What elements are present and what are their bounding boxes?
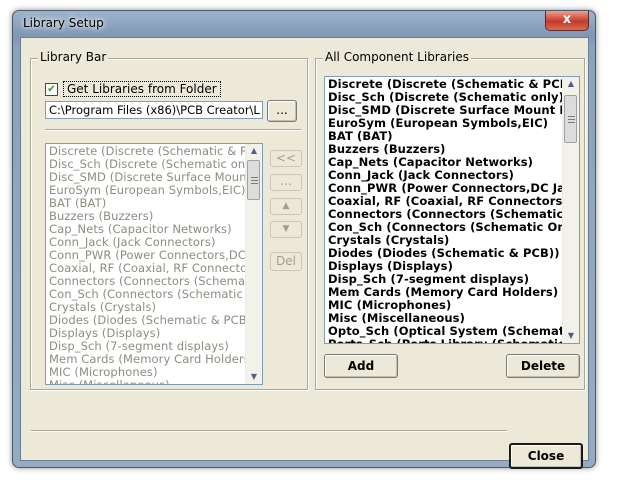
scroll-down-icon[interactable]: ▼ — [563, 329, 579, 343]
library-bar-title: Library Bar — [38, 50, 109, 64]
get-libraries-checkbox-row[interactable]: ✔ Get Libraries from Folder — [45, 81, 221, 97]
library-bar-items: Discrete (Discrete (Schematic & PCB)) Dis… — [46, 144, 262, 385]
get-libraries-checkbox[interactable]: ✔ — [45, 82, 58, 96]
grip-icon — [251, 180, 258, 181]
list-item[interactable]: Ports_Sch (Ports Library (Schematic Only… — [328, 338, 579, 344]
all-libraries-title: All Component Libraries — [323, 50, 471, 64]
library-folder-path-input[interactable]: C:\Program Files (x86)\PCB Creator\L — [45, 101, 263, 119]
library-setup-window: Library Setup x Library Bar ✔ Get Librar… — [12, 10, 596, 469]
get-libraries-label[interactable]: Get Libraries from Folder — [63, 81, 221, 97]
all-libraries-list[interactable]: Discrete (Discrete (Schematic & PCB)) Dis… — [324, 76, 580, 344]
all-libraries-items: Discrete (Discrete (Schematic & PCB)) Dis… — [325, 77, 579, 344]
move-down-button[interactable]: ▼ — [270, 221, 302, 238]
scroll-up-icon[interactable]: ▲ — [563, 77, 579, 91]
window-close-icon[interactable]: x — [545, 11, 589, 31]
move-left-button[interactable]: << — [270, 150, 302, 167]
delete-side-button[interactable]: Del — [270, 252, 302, 271]
arrow-down-icon: ▼ — [282, 224, 290, 234]
grip-icon — [251, 177, 258, 178]
add-library-button[interactable]: Add — [324, 354, 398, 378]
scroll-down-icon[interactable]: ▼ — [246, 370, 262, 384]
library-bar-separator — [45, 129, 301, 131]
dialog-client-area: Library Bar ✔ Get Libraries from Folder … — [20, 37, 589, 469]
library-bar-group: Library Bar ✔ Get Libraries from Folder … — [30, 50, 308, 390]
delete-library-button[interactable]: Delete — [506, 354, 580, 378]
all-libraries-scrollbar[interactable]: ▲ ▼ — [562, 77, 579, 343]
grip-icon — [251, 183, 258, 184]
bottom-separator — [31, 430, 507, 432]
middle-browse-button[interactable]: ... — [270, 174, 302, 191]
scroll-thumb[interactable] — [564, 95, 577, 143]
arrow-up-icon: ▲ — [282, 201, 290, 211]
list-item[interactable]: Misc (Miscellaneous) — [49, 379, 262, 385]
move-up-button[interactable]: ▲ — [270, 198, 302, 215]
browse-folder-button[interactable]: ... — [267, 100, 297, 122]
close-button[interactable]: Close — [509, 443, 583, 469]
grip-icon — [568, 116, 575, 117]
grip-icon — [568, 119, 575, 120]
library-bar-scrollbar[interactable]: ▲ ▼ — [245, 144, 262, 384]
window-title: Library Setup — [23, 16, 104, 30]
library-bar-list[interactable]: Discrete (Discrete (Schematic & PCB)) Dis… — [45, 143, 263, 385]
scroll-thumb[interactable] — [247, 160, 260, 200]
grip-icon — [568, 122, 575, 123]
scroll-up-icon[interactable]: ▲ — [246, 144, 262, 158]
all-libraries-group: All Component Libraries Discrete (Discre… — [315, 50, 585, 390]
